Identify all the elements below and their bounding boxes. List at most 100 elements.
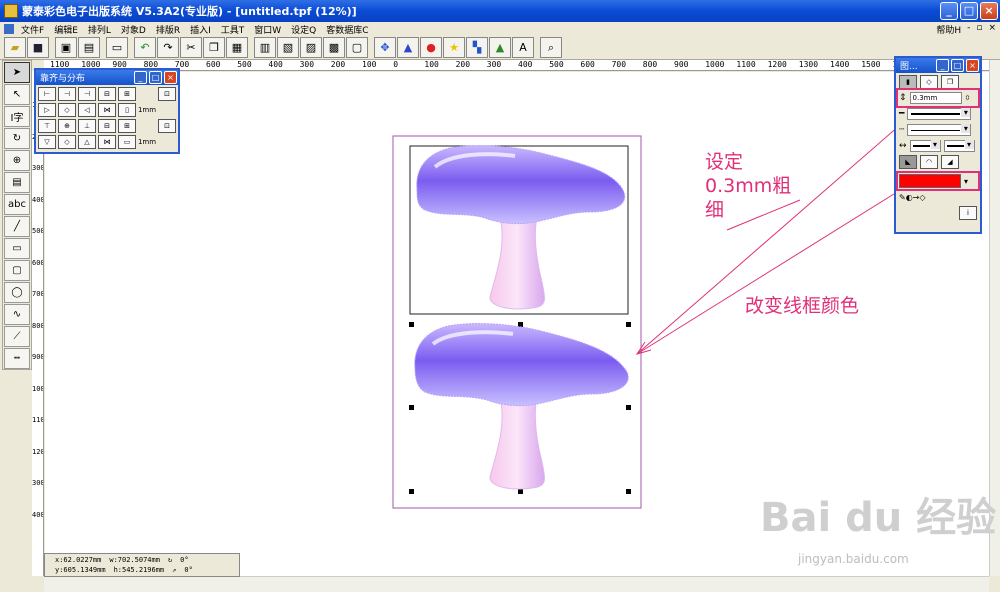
open-button[interactable]: ▰: [4, 37, 26, 58]
curve-tool[interactable]: ∿: [4, 304, 30, 325]
align-panel-minimize[interactable]: _: [134, 71, 147, 84]
align-page-button[interactable]: ⊡: [158, 87, 176, 101]
import-button[interactable]: ▣: [55, 37, 77, 58]
undo-button[interactable]: ↶: [134, 37, 156, 58]
ungroup-button[interactable]: ▧: [277, 37, 299, 58]
doc-close-button[interactable]: ×: [988, 23, 996, 36]
space-even-button[interactable]: ⋈: [98, 103, 116, 117]
line-panel-titlebar[interactable]: 图... _ □ ×: [896, 58, 980, 73]
menu-layout[interactable]: 排版R: [151, 23, 185, 36]
send-back-button[interactable]: ▩: [323, 37, 345, 58]
ellipse-tool[interactable]: ◯: [4, 282, 30, 303]
menu-window[interactable]: 窗口W: [249, 23, 286, 36]
distribute-v-button[interactable]: ⊟: [98, 119, 116, 133]
line-tab-shadow[interactable]: ❐: [941, 75, 959, 89]
export-button[interactable]: ▤: [78, 37, 100, 58]
dash-style-select[interactable]: [907, 124, 972, 136]
thickness-stepper[interactable]: ⇳: [965, 94, 971, 102]
distribute-h-button[interactable]: ⊟: [98, 87, 116, 101]
menu-arrange[interactable]: 排列L: [83, 23, 116, 36]
cut-button[interactable]: ✂: [180, 37, 202, 58]
line-tab-pen[interactable]: ▮: [899, 75, 917, 89]
copy-button[interactable]: ❐: [203, 37, 225, 58]
menu-file[interactable]: 文件F: [16, 23, 49, 36]
corner-round-button[interactable]: ◠: [920, 155, 938, 169]
line-style-select[interactable]: [907, 108, 972, 120]
menu-tools[interactable]: 工具T: [216, 23, 250, 36]
zoom-tool[interactable]: ⊕: [4, 150, 30, 171]
line-color-select[interactable]: [899, 174, 961, 188]
space-value-button[interactable]: ▯: [118, 103, 136, 117]
image-button[interactable]: ▲: [489, 37, 511, 58]
line-tool[interactable]: ╱: [4, 216, 30, 237]
align-panel-titlebar[interactable]: 靠齐与分布 _ □ ×: [36, 70, 178, 85]
line-panel-close[interactable]: ×: [966, 59, 979, 72]
color-dropdown-icon[interactable]: ▾: [964, 177, 968, 186]
doc-minimize-button[interactable]: -: [967, 23, 970, 36]
thickness-input[interactable]: 0.3mm: [909, 92, 962, 104]
end-arrow-select[interactable]: [943, 140, 975, 152]
redo-button[interactable]: ↷: [157, 37, 179, 58]
text-effect-button[interactable]: A: [512, 37, 534, 58]
save-button[interactable]: ■: [27, 37, 49, 58]
shapes-button[interactable]: ▲: [397, 37, 419, 58]
ruler-tool[interactable]: ┅: [4, 348, 30, 369]
line-tab-fill[interactable]: ◇: [920, 75, 938, 89]
align-page-v-button[interactable]: ⊡: [158, 119, 176, 133]
abc-tool[interactable]: abc: [4, 194, 30, 215]
frame-button[interactable]: ▢: [346, 37, 368, 58]
minimize-button[interactable]: _: [940, 2, 958, 20]
horizontal-scrollbar[interactable]: [44, 576, 989, 592]
pen-tool[interactable]: ⟋: [4, 326, 30, 347]
space-even-v-button[interactable]: ⋈: [98, 135, 116, 149]
menu-object[interactable]: 对象D: [116, 23, 151, 36]
menu-database[interactable]: 客数据库C: [321, 23, 373, 36]
map-button[interactable]: ▚: [466, 37, 488, 58]
menu-insert[interactable]: 插入I: [185, 23, 216, 36]
select-tool[interactable]: ➤: [4, 62, 30, 83]
line-panel-maximize[interactable]: □: [951, 59, 964, 72]
space-bottom-button[interactable]: △: [78, 135, 96, 149]
paste-button[interactable]: ▦: [226, 37, 248, 58]
menu-settings[interactable]: 设定Q: [286, 23, 321, 36]
align-bottom-button[interactable]: ⊥: [78, 119, 96, 133]
align-panel-close[interactable]: ×: [164, 71, 177, 84]
space-top-button[interactable]: ▽: [38, 135, 56, 149]
horizontal-ruler[interactable]: 1100 1000 900 800 700 600 500 400 300 200 100 0 100 2…: [44, 60, 990, 71]
align-left-button[interactable]: ⊢: [38, 87, 56, 101]
rotate-tool[interactable]: ↻: [4, 128, 30, 149]
close-button[interactable]: ×: [980, 2, 998, 20]
corner-bevel-button[interactable]: ◢: [941, 155, 959, 169]
align-panel-maximize[interactable]: □: [149, 71, 162, 84]
space-right-button[interactable]: ◁: [78, 103, 96, 117]
align-top-button[interactable]: ⊤: [38, 119, 56, 133]
color-button[interactable]: ●: [420, 37, 442, 58]
page-tool[interactable]: ▤: [4, 172, 30, 193]
star-button[interactable]: ★: [443, 37, 465, 58]
group-button[interactable]: ▥: [254, 37, 276, 58]
distribute-v2-button[interactable]: ⊞: [118, 119, 136, 133]
space-center-button[interactable]: ◇: [58, 103, 76, 117]
space-value-v-button[interactable]: ▭: [118, 135, 136, 149]
panel-info-button[interactable]: i: [959, 206, 977, 220]
doc-restore-button[interactable]: ▫: [976, 23, 982, 36]
node-select-tool[interactable]: ↖: [4, 84, 30, 105]
distribute-h2-button[interactable]: ⊞: [118, 87, 136, 101]
print-button[interactable]: ▭: [106, 37, 128, 58]
line-panel-minimize[interactable]: _: [936, 59, 949, 72]
align-right-button[interactable]: ⊣: [78, 87, 96, 101]
align-vcenter-button[interactable]: ⊕: [58, 119, 76, 133]
preview-button[interactable]: ⌕: [540, 37, 562, 58]
menu-edit[interactable]: 编辑E: [49, 23, 83, 36]
text-tool[interactable]: I字: [4, 106, 30, 127]
maximize-button[interactable]: □: [960, 2, 978, 20]
align-hcenter-button[interactable]: ⊣: [58, 87, 76, 101]
move-button[interactable]: ✥: [374, 37, 396, 58]
round-rect-tool[interactable]: ▢: [4, 260, 30, 281]
rect-tool[interactable]: ▭: [4, 238, 30, 259]
color-picker-icon[interactable]: ✎◐→◇: [899, 193, 926, 202]
space-middle-button[interactable]: ◇: [58, 135, 76, 149]
bring-front-button[interactable]: ▨: [300, 37, 322, 58]
space-left-button[interactable]: ▷: [38, 103, 56, 117]
menu-help[interactable]: 帮助H: [936, 23, 961, 36]
